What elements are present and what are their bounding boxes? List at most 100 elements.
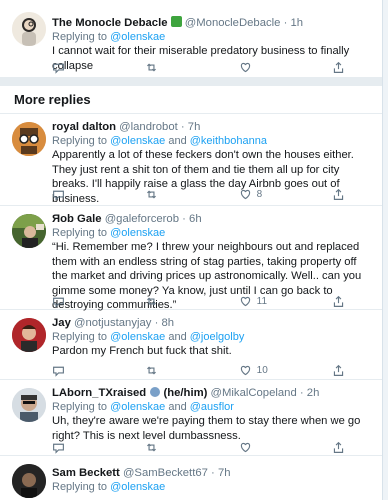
tweet-actions: 8 [52, 187, 352, 201]
replying-to: Replying to @olenskae and @joelgolby [52, 331, 245, 343]
retweet-button[interactable] [145, 441, 205, 454]
mention-link[interactable]: @olenskae [110, 331, 165, 343]
verified-badge-icon [170, 16, 182, 27]
replying-to: Replying to @olenskae and @keithbohanna [52, 135, 267, 147]
tweet-actions [52, 440, 352, 454]
retweet-icon [147, 189, 157, 199]
mention-link[interactable]: @ausflor [190, 401, 234, 413]
reply-icon [53, 63, 64, 74]
reply-tweet[interactable]: Jay @notjustanyjay · 8h Replying to @ole… [0, 310, 382, 380]
section-title: More replies [14, 92, 91, 107]
avatar[interactable] [12, 464, 46, 498]
share-icon [333, 441, 344, 453]
author-handle[interactable]: @MikalCopeland [211, 387, 297, 399]
separator: · [283, 17, 288, 29]
author-handle[interactable]: @galeforcerob [105, 213, 179, 225]
reply-icon [53, 366, 64, 377]
author-name[interactable]: The Monocle Debacle [52, 17, 168, 29]
mention-link[interactable]: @joelgolby [190, 331, 245, 343]
author-name[interactable]: Sam Beckett [52, 467, 120, 479]
reply-tweet[interactable]: Sam Beckett @SamBeckett67 · 7h Replying … [0, 456, 382, 500]
author-name[interactable]: Jay [52, 317, 71, 329]
author-handle[interactable]: @MonocleDebacle [185, 17, 281, 29]
mention-link[interactable]: @olenskae [110, 31, 165, 43]
tweet-text: Pardon my French but fuck that shit. [52, 345, 232, 357]
tweet-time[interactable]: 6h [189, 213, 202, 225]
replying-to: Replying to @olenskae and @ausflor [52, 401, 234, 413]
author-name[interactable]: royal dalton [52, 121, 116, 133]
reply-button[interactable] [52, 364, 112, 377]
like-icon [240, 296, 250, 306]
retweet-button[interactable] [145, 295, 205, 308]
scrollbar[interactable] [382, 0, 388, 500]
share-icon [333, 295, 344, 307]
like-button[interactable]: 8 [239, 188, 299, 201]
reply-button[interactable] [52, 61, 112, 74]
separator: · [211, 467, 215, 479]
like-button[interactable]: 10 [239, 364, 299, 377]
avatar[interactable] [12, 214, 46, 248]
tweet-time[interactable]: 2h [307, 387, 320, 399]
retweet-icon [147, 62, 157, 72]
tweet-text: Uh, they're aware we're paying them to s… [52, 415, 361, 442]
share-button[interactable] [332, 364, 352, 377]
share-button[interactable] [332, 188, 352, 201]
replying-to: Replying to @olenskae [52, 227, 166, 239]
like-count: 10 [256, 364, 268, 376]
author-name[interactable]: LAborn_TXraised [52, 387, 146, 399]
tweet-actions [52, 60, 352, 74]
retweet-button[interactable] [145, 188, 205, 201]
reply-button[interactable] [52, 441, 112, 454]
avatar[interactable] [12, 318, 46, 352]
like-button[interactable]: 11 [239, 295, 299, 308]
tweet-actions: 10 [52, 363, 352, 377]
share-icon [333, 364, 344, 376]
mention-link[interactable]: @olenskae [110, 135, 165, 147]
share-button[interactable] [332, 295, 352, 308]
like-button[interactable] [239, 441, 299, 454]
separator: · [182, 213, 186, 225]
retweet-button[interactable] [145, 61, 205, 74]
mention-link[interactable]: @olenskae [110, 401, 165, 413]
tweet-time[interactable]: 1h [290, 17, 303, 29]
separator: · [180, 121, 185, 133]
share-button[interactable] [332, 61, 352, 74]
separator: · [299, 387, 304, 399]
reply-tweet[interactable]: Яob Gale @galeforcerob · 6h Replying to … [0, 206, 382, 311]
share-icon [333, 188, 344, 200]
retweet-icon [147, 442, 157, 452]
like-icon [240, 365, 250, 375]
reply-tweet[interactable]: royal dalton @landrobot · 7h Replying to… [0, 114, 382, 206]
avatar[interactable] [12, 122, 46, 156]
reply-button[interactable] [52, 295, 112, 308]
like-button[interactable] [239, 61, 299, 74]
like-count: 11 [256, 295, 268, 307]
tweet-time[interactable]: 8h [161, 317, 174, 329]
twitter-thread: The Monocle Debacle @MonocleDebacle · 1h… [0, 0, 388, 500]
avatar[interactable] [12, 388, 46, 422]
reply-icon [53, 297, 64, 308]
author-handle[interactable]: @SamBeckett67 [123, 467, 208, 479]
reply-icon [53, 190, 64, 201]
like-count: 8 [256, 188, 263, 200]
separator: · [154, 317, 159, 329]
reply-tweet[interactable]: LAborn_TXraised (he/him) @MikalCopeland … [0, 380, 382, 456]
replying-to: Replying to @olenskae [52, 31, 166, 43]
author-handle[interactable]: @landrobot [119, 121, 178, 133]
tweet-time[interactable]: 7h [218, 467, 231, 479]
reply-button[interactable] [52, 188, 112, 201]
retweet-icon [147, 365, 157, 375]
tweet-actions: 11 [52, 294, 352, 308]
mention-link[interactable]: @olenskae [110, 227, 165, 239]
mention-link[interactable]: @keithbohanna [190, 135, 267, 147]
tweet-top[interactable]: The Monocle Debacle @MonocleDebacle · 1h… [0, 0, 382, 78]
author-name[interactable]: Яob Gale [52, 213, 102, 225]
tweet-time[interactable]: 7h [188, 121, 201, 133]
avatar[interactable] [12, 12, 46, 46]
retweet-button[interactable] [145, 364, 205, 377]
replying-to: Replying to @olenskae [52, 481, 166, 493]
author-handle[interactable]: @notjustanyjay [74, 317, 151, 329]
share-icon [333, 61, 344, 73]
share-button[interactable] [332, 441, 352, 454]
mention-link[interactable]: @olenskae [110, 481, 165, 493]
